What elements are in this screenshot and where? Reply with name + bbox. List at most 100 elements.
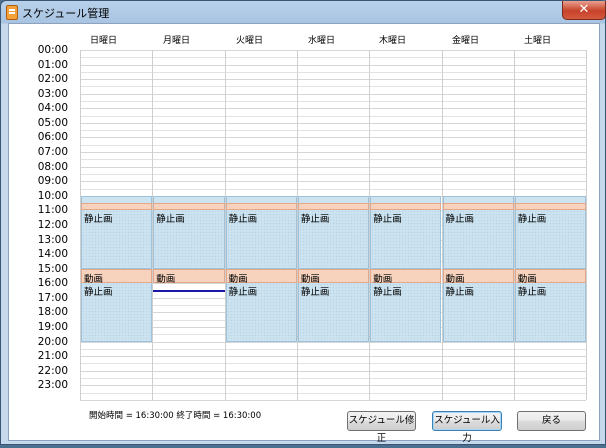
video-block[interactable]: 動画 bbox=[370, 268, 442, 285]
still-image-block[interactable] bbox=[442, 195, 514, 204]
video-block[interactable]: 動画 bbox=[297, 268, 370, 285]
grid-line bbox=[80, 144, 586, 146]
video-block[interactable]: 動画 bbox=[514, 268, 587, 285]
still-image-block[interactable] bbox=[370, 195, 442, 204]
still-image-block[interactable]: 静止画 bbox=[225, 283, 297, 342]
day-header: 月曜日 bbox=[163, 36, 191, 46]
still-image-block[interactable]: 静止画 bbox=[81, 210, 153, 269]
still-image-block[interactable]: 静止画 bbox=[225, 210, 297, 269]
time-label: 05:00 bbox=[37, 116, 68, 129]
block-label: 静止画 bbox=[300, 287, 330, 299]
grid-line bbox=[80, 57, 586, 59]
time-label: 17:00 bbox=[37, 291, 68, 304]
time-label: 18:00 bbox=[37, 306, 68, 319]
still-image-block[interactable] bbox=[81, 195, 153, 204]
day-header: 木曜日 bbox=[379, 36, 407, 46]
still-image-block[interactable] bbox=[297, 195, 370, 204]
day-header: 金曜日 bbox=[452, 36, 480, 46]
time-label: 21:00 bbox=[37, 350, 68, 363]
grid-line bbox=[80, 392, 586, 394]
grid-line bbox=[80, 188, 586, 190]
grid-line bbox=[80, 166, 586, 168]
time-label: 06:00 bbox=[37, 131, 68, 144]
grid-line bbox=[80, 122, 586, 124]
video-block[interactable]: 動画 bbox=[442, 268, 514, 285]
grid-line bbox=[80, 173, 586, 175]
video-block[interactable]: 動画 bbox=[153, 268, 225, 285]
grid-line bbox=[80, 108, 586, 110]
still-image-block[interactable]: 静止画 bbox=[81, 283, 153, 342]
time-label: 09:00 bbox=[37, 175, 68, 188]
video-block[interactable] bbox=[225, 203, 297, 211]
edit-schedule-button[interactable]: スケジュール修正 bbox=[347, 411, 416, 444]
still-image-block[interactable]: 静止画 bbox=[442, 283, 514, 342]
grid-line bbox=[80, 50, 586, 51]
grid-line bbox=[80, 385, 586, 387]
time-label: 11:00 bbox=[37, 204, 68, 217]
column-line bbox=[586, 50, 588, 400]
title-bar[interactable]: スケジュール管理 ✕ bbox=[1, 1, 606, 23]
block-label: 静止画 bbox=[84, 214, 113, 226]
video-block[interactable]: 動画 bbox=[81, 268, 153, 285]
day-header: 火曜日 bbox=[236, 36, 264, 46]
selected-time-marker bbox=[153, 289, 225, 292]
block-label: 静止画 bbox=[373, 287, 402, 299]
still-image-block[interactable] bbox=[514, 195, 587, 204]
grid-line bbox=[80, 71, 586, 73]
still-image-block[interactable]: 静止画 bbox=[514, 283, 587, 342]
video-block[interactable]: 動画 bbox=[225, 268, 297, 285]
time-label: 03:00 bbox=[37, 87, 68, 100]
still-image-block[interactable]: 静止画 bbox=[370, 283, 442, 342]
app-icon bbox=[6, 5, 18, 20]
video-block[interactable] bbox=[370, 203, 442, 211]
block-label: 静止画 bbox=[84, 287, 113, 299]
window-title: スケジュール管理 bbox=[22, 7, 110, 20]
close-button[interactable]: ✕ bbox=[562, 1, 606, 20]
video-block[interactable] bbox=[297, 203, 370, 211]
input-schedule-button[interactable]: スケジュール入力 bbox=[432, 411, 502, 444]
block-label: 動画 bbox=[156, 273, 176, 285]
day-header: 水曜日 bbox=[308, 36, 336, 46]
grid-line bbox=[80, 159, 586, 161]
time-label: 12:00 bbox=[37, 218, 68, 231]
grid-line bbox=[80, 79, 586, 81]
grid-line bbox=[80, 348, 586, 350]
time-label: 23:00 bbox=[37, 379, 68, 392]
block-label: 静止画 bbox=[445, 287, 475, 299]
time-label: 19:00 bbox=[37, 321, 68, 334]
grid-line bbox=[80, 370, 586, 372]
video-block[interactable] bbox=[81, 203, 153, 211]
block-label: 静止画 bbox=[517, 214, 547, 226]
grid-line bbox=[80, 152, 586, 154]
time-label: 13:00 bbox=[37, 233, 68, 246]
time-label: 01:00 bbox=[37, 58, 68, 71]
grid-line bbox=[80, 181, 586, 183]
back-button[interactable]: 戻る bbox=[517, 411, 586, 431]
grid-line bbox=[80, 378, 586, 380]
grid-line bbox=[80, 101, 586, 103]
video-block[interactable] bbox=[153, 203, 225, 211]
block-label: 静止画 bbox=[517, 287, 547, 299]
grid-line bbox=[80, 137, 586, 139]
grid-line bbox=[80, 341, 586, 343]
still-image-block[interactable] bbox=[153, 195, 225, 204]
still-image-block[interactable] bbox=[225, 195, 297, 204]
time-label: 15:00 bbox=[37, 262, 68, 275]
time-label: 22:00 bbox=[37, 364, 68, 377]
still-image-block[interactable]: 静止画 bbox=[297, 283, 370, 342]
grid-line bbox=[80, 356, 586, 358]
client-area: 日曜日 月曜日 火曜日 水曜日 木曜日 金曜日 土曜日 00:00 01:00 02… bbox=[8, 23, 600, 444]
schedule-grid[interactable]: 静止画 静止画 静止画 静止画 静止画 静止画 静止画 動画 動画 動画 動画 動画 動画 動画 静止画 静止… bbox=[80, 50, 588, 401]
video-block[interactable] bbox=[442, 203, 514, 211]
still-image-block[interactable]: 静止画 bbox=[442, 210, 514, 269]
still-image-block[interactable]: 静止画 bbox=[297, 210, 370, 269]
video-block[interactable] bbox=[514, 203, 587, 211]
still-image-block[interactable]: 静止画 bbox=[370, 210, 442, 269]
still-image-block[interactable]: 静止画 bbox=[153, 210, 225, 269]
time-label: 00:00 bbox=[37, 44, 68, 56]
block-label: 静止画 bbox=[156, 214, 185, 226]
block-label: 静止画 bbox=[228, 287, 258, 299]
block-label: 静止画 bbox=[445, 214, 475, 226]
still-image-block[interactable]: 静止画 bbox=[514, 210, 587, 269]
block-label: 静止画 bbox=[373, 214, 402, 226]
